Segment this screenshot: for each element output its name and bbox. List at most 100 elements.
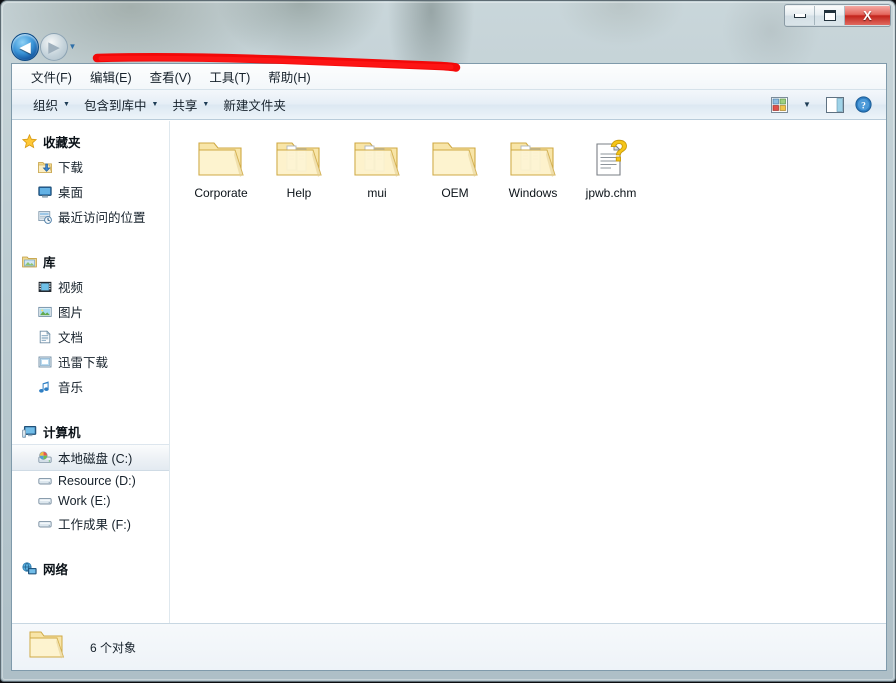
menu-item-edit[interactable]: 编辑(E) xyxy=(81,64,141,89)
sidebar-label-favorites: 收藏夹 xyxy=(43,132,81,151)
file-item[interactable]: Help xyxy=(260,129,338,208)
sidebar-label-music: 音乐 xyxy=(58,377,83,396)
view-options-icon xyxy=(771,97,788,113)
recent-places-icon xyxy=(38,210,52,224)
menu-item-help[interactable]: 帮助(H) xyxy=(259,64,319,89)
nav-group-favorites: 收藏夹 下载 xyxy=(12,129,169,229)
sidebar-label-workresults-f: 工作成果 (F:) xyxy=(58,514,131,533)
file-label: jpwb.chm xyxy=(586,186,637,200)
sidebar-label-work-e: Work (E:) xyxy=(58,494,111,508)
sidebar-item-work-e[interactable]: Work (E:) xyxy=(12,491,169,511)
recent-locations-button[interactable]: ▼ xyxy=(67,41,78,51)
sidebar-item-workresults-f[interactable]: 工作成果 (F:) xyxy=(12,511,169,536)
system-drive-icon xyxy=(38,451,52,465)
music-icon xyxy=(38,380,52,394)
sidebar-item-music[interactable]: 音乐 xyxy=(12,374,169,399)
share-button[interactable]: 共享 ▼ xyxy=(165,91,216,118)
close-button[interactable]: X xyxy=(845,6,890,25)
sidebar-item-local-disk-c[interactable]: 本地磁盘 (C:) xyxy=(12,444,169,471)
split-area: 收藏夹 下载 xyxy=(12,121,886,623)
nav-group-computer: 计算机 xyxy=(12,419,169,536)
documents-icon xyxy=(38,330,52,344)
file-item[interactable]: ? jpwb.chm xyxy=(572,129,650,208)
sidebar-item-pictures[interactable]: 图片 xyxy=(12,299,169,324)
menu-bar: 文件(F) 编辑(E) 查看(V) 工具(T) 帮助(H) xyxy=(12,64,886,89)
nav-group-network: 网络 xyxy=(12,556,169,581)
sidebar-header-favorites[interactable]: 收藏夹 xyxy=(12,129,169,154)
chevron-down-icon: ▼ xyxy=(202,101,209,108)
back-arrow-icon: ◀ xyxy=(12,34,38,60)
file-label: Help xyxy=(287,186,312,200)
forward-button[interactable]: ▶ xyxy=(40,33,68,61)
sidebar-spacer xyxy=(12,540,169,556)
star-icon xyxy=(22,134,37,149)
sidebar-item-resource-d[interactable]: Resource (D:) xyxy=(12,471,169,491)
menu-item-file[interactable]: 文件(F) xyxy=(22,64,81,89)
sidebar-label-pictures: 图片 xyxy=(58,302,83,321)
library-icon xyxy=(22,255,37,269)
svg-text:?: ? xyxy=(861,101,866,111)
sidebar-header-network[interactable]: 网络 xyxy=(12,556,169,581)
sidebar-header-libraries[interactable]: 库 xyxy=(12,249,169,274)
sidebar-spacer xyxy=(12,403,169,419)
details-pane: 6 个对象 xyxy=(12,623,886,670)
sidebar-label-desktop: 桌面 xyxy=(58,182,83,201)
sidebar-item-videos[interactable]: 视频 xyxy=(12,274,169,299)
sidebar-item-documents[interactable]: 文档 xyxy=(12,324,169,349)
sidebar-label-videos: 视频 xyxy=(58,277,83,296)
thunder-download-icon xyxy=(38,355,52,369)
command-toolbar: 组织 ▼ 包含到库中 ▼ 共享 ▼ 新建文件夹 xyxy=(12,89,886,120)
preview-pane-icon xyxy=(826,97,844,113)
help-button[interactable]: ? xyxy=(850,93,876,117)
svg-text:?: ? xyxy=(610,137,628,168)
maximize-button[interactable] xyxy=(815,6,845,25)
sidebar-item-downloads[interactable]: 下载 xyxy=(12,154,169,179)
sidebar-item-desktop[interactable]: 桌面 xyxy=(12,179,169,204)
preview-pane-button[interactable] xyxy=(822,93,848,117)
file-item[interactable]: Windows xyxy=(494,129,572,208)
sidebar-item-thunder-download[interactable]: 迅雷下载 xyxy=(12,349,169,374)
file-label: Windows xyxy=(509,186,558,200)
folder-files-icon xyxy=(274,133,324,181)
minimize-button[interactable] xyxy=(785,6,815,25)
folder-files-icon xyxy=(352,133,402,181)
include-in-library-button[interactable]: 包含到库中 ▼ xyxy=(77,91,165,118)
organize-button[interactable]: 组织 ▼ xyxy=(26,91,77,118)
chevron-down-icon: ▼ xyxy=(69,42,77,51)
window-controls: X xyxy=(784,4,891,27)
menu-item-tools[interactable]: 工具(T) xyxy=(200,64,259,89)
new-folder-label: 新建文件夹 xyxy=(223,95,286,114)
sidebar-spacer xyxy=(12,233,169,249)
sidebar-label-documents: 文档 xyxy=(58,327,83,346)
downloads-icon xyxy=(38,160,52,174)
file-list-view[interactable]: Corporate xyxy=(170,121,886,623)
sidebar-header-computer[interactable]: 计算机 xyxy=(12,419,169,444)
share-label: 共享 xyxy=(172,95,197,114)
network-icon xyxy=(22,562,37,576)
sidebar-label-local-disk-c: 本地磁盘 (C:) xyxy=(58,448,132,467)
navigation-pane[interactable]: 收藏夹 下载 xyxy=(12,121,170,623)
file-item[interactable]: Corporate xyxy=(182,129,260,208)
organize-label: 组织 xyxy=(33,95,58,114)
sidebar-label-downloads: 下载 xyxy=(58,157,83,176)
close-icon: X xyxy=(863,8,872,23)
details-folder-icon xyxy=(28,628,66,667)
file-item[interactable]: mui xyxy=(338,129,416,208)
change-view-button[interactable] xyxy=(766,93,792,117)
client-area: 文件(F) 编辑(E) 查看(V) 工具(T) 帮助(H) 组织 ▼ 包含到库中… xyxy=(11,63,887,671)
title-bar: X xyxy=(1,1,896,29)
file-item[interactable]: OEM xyxy=(416,129,494,208)
sidebar-label-thunder-download: 迅雷下载 xyxy=(58,352,108,371)
menu-item-view[interactable]: 查看(V) xyxy=(141,64,201,89)
new-folder-button[interactable]: 新建文件夹 xyxy=(216,91,293,118)
back-button[interactable]: ◀ xyxy=(11,33,39,61)
pictures-icon xyxy=(38,305,52,319)
sidebar-item-recent-places[interactable]: 最近访问的位置 xyxy=(12,204,169,229)
videos-icon xyxy=(38,280,52,294)
chevron-down-icon: ▼ xyxy=(151,101,158,108)
sidebar-label-computer: 计算机 xyxy=(43,422,81,441)
chevron-down-icon: ▼ xyxy=(63,101,70,108)
folder-icon xyxy=(430,133,480,181)
folder-files-icon xyxy=(508,133,558,181)
change-view-dropdown-button[interactable]: ▼ xyxy=(794,93,820,117)
